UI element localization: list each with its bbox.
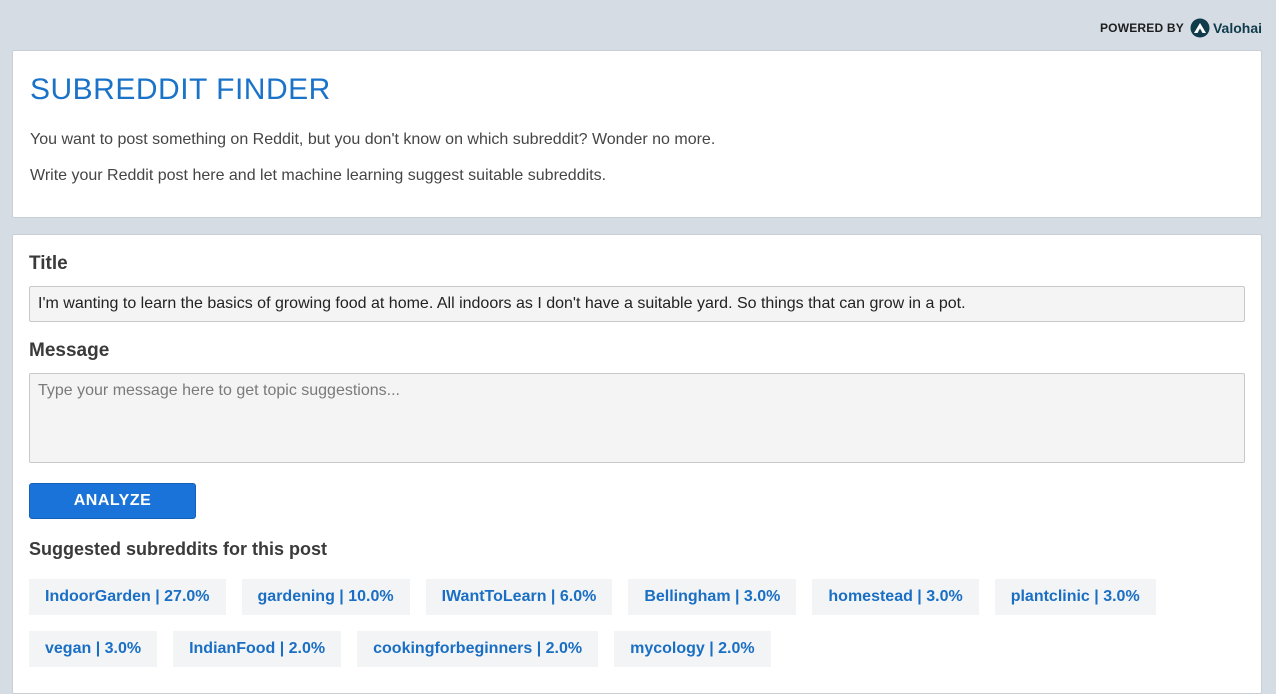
suggestion-chip[interactable]: cookingforbeginners | 2.0% xyxy=(357,631,599,667)
message-label: Message xyxy=(29,340,110,361)
suggestion-chip[interactable]: IndoorGarden | 27.0% xyxy=(29,579,226,615)
powered-by-label: POWERED BY xyxy=(1099,21,1184,35)
intro-description: You want to post something on Reddit, bu… xyxy=(30,131,716,148)
valohai-logo-icon xyxy=(1190,18,1210,38)
suggestion-chip[interactable]: mycology | 2.0% xyxy=(614,631,771,667)
intro-instructions: Write your Reddit post here and let mach… xyxy=(30,167,607,184)
suggestion-chip[interactable]: plantclinic | 3.0% xyxy=(994,579,1156,615)
title-input[interactable]: I'm wanting to learn the basics of growi… xyxy=(29,286,1245,322)
suggestion-chip[interactable]: IndianFood | 2.0% xyxy=(173,631,342,667)
suggestions-heading: Suggested subreddits for this post xyxy=(29,539,328,559)
analyze-button[interactable]: ANALYZE xyxy=(29,483,196,519)
app-title: SUBREDDIT FINDER xyxy=(30,73,331,106)
suggestion-chip[interactable]: homestead | 3.0% xyxy=(812,579,979,615)
suggestion-chip[interactable]: vegan | 3.0% xyxy=(29,631,158,667)
title-label: Title xyxy=(29,253,68,274)
valohai-brand-name: Valohai xyxy=(1212,20,1262,36)
valohai-logo[interactable]: Valohai xyxy=(1190,18,1262,38)
post-form-card: Title I'm wanting to learn the basics of… xyxy=(12,234,1262,694)
suggestion-chip[interactable]: Bellingham | 3.0% xyxy=(628,579,797,615)
suggestion-chip[interactable]: IWantToLearn | 6.0% xyxy=(425,579,613,615)
suggestion-chip[interactable]: gardening | 10.0% xyxy=(241,579,410,615)
intro-card: SUBREDDIT FINDER You want to post someth… xyxy=(12,50,1262,218)
message-textarea[interactable] xyxy=(29,373,1245,463)
suggestion-list: IndoorGarden | 27.0% gardening | 10.0% I… xyxy=(29,579,1209,667)
powered-by: POWERED BY Valohai xyxy=(1100,18,1262,38)
